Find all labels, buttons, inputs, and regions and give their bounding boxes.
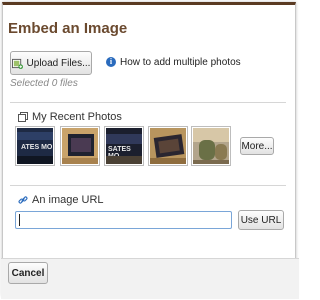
divider bbox=[10, 185, 286, 186]
selected-files-count: Selected 0 files bbox=[10, 78, 78, 89]
recent-photo-thumbnail[interactable] bbox=[60, 126, 100, 166]
divider bbox=[10, 102, 286, 103]
help-multiple-photos-link[interactable]: How to add multiple photos bbox=[120, 57, 241, 68]
upload-icon bbox=[11, 58, 23, 69]
image-url-label: An image URL bbox=[32, 194, 104, 206]
text-cursor bbox=[19, 214, 20, 226]
use-url-button[interactable]: Use URL bbox=[238, 210, 284, 230]
image-url-input[interactable] bbox=[15, 211, 232, 229]
more-photos-button[interactable]: More... bbox=[240, 137, 274, 155]
recent-photo-thumbnail[interactable]: SATES MO bbox=[104, 126, 144, 166]
link-icon bbox=[18, 196, 28, 204]
info-icon: i bbox=[106, 57, 116, 67]
recent-photo-thumbnail[interactable] bbox=[148, 126, 188, 166]
recent-photo-thumbnail[interactable] bbox=[191, 126, 231, 166]
photos-icon bbox=[18, 112, 28, 122]
image-url-heading: An image URL bbox=[18, 194, 104, 206]
dialog-title: Embed an Image bbox=[8, 20, 128, 37]
recent-photo-thumbnail[interactable]: ATES MO bbox=[15, 126, 55, 166]
upload-files-label: Upload Files... bbox=[26, 57, 91, 69]
recent-photos-heading: My Recent Photos bbox=[18, 111, 122, 123]
cancel-button[interactable]: Cancel bbox=[8, 262, 48, 284]
recent-photos-label: My Recent Photos bbox=[32, 111, 122, 123]
upload-files-button[interactable]: Upload Files... bbox=[10, 51, 92, 75]
